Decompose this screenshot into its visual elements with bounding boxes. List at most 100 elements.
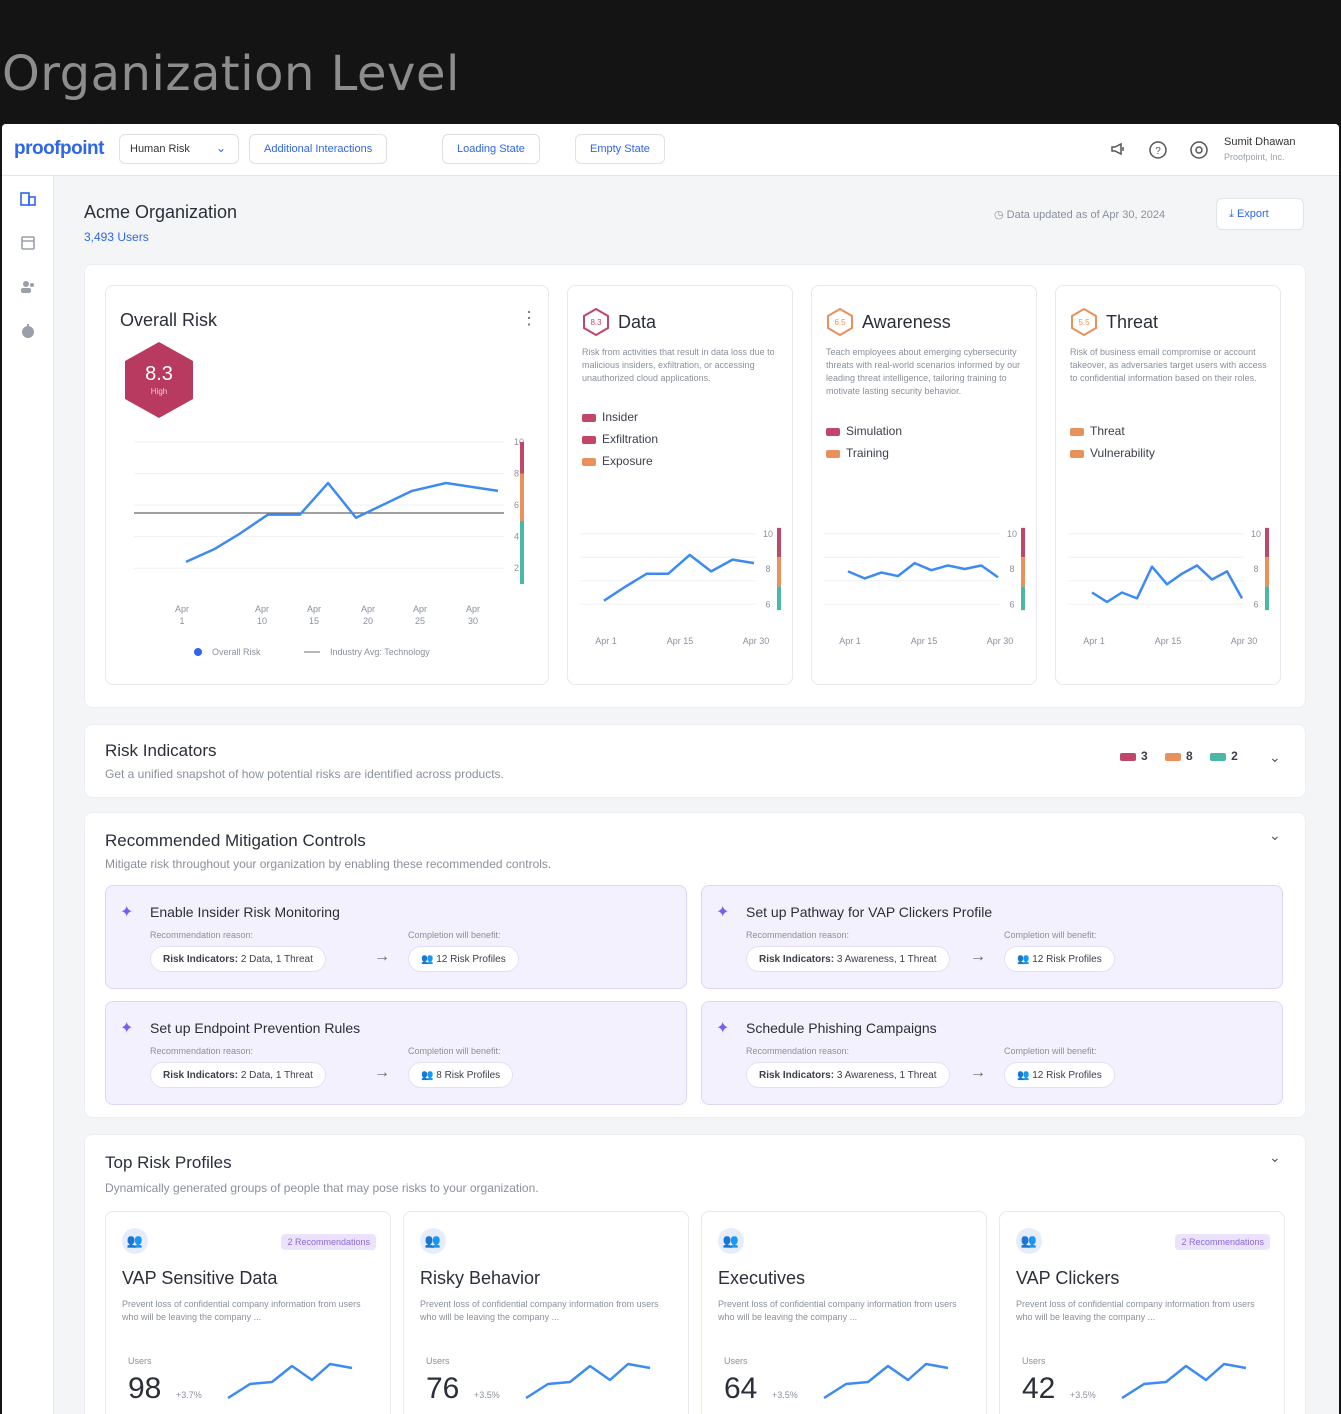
x-tick-label: Apr 15	[1155, 636, 1182, 646]
legend-label: Training	[846, 446, 889, 460]
mitigation-card[interactable]: ✦Set up Endpoint Prevention RulesRecomme…	[105, 1001, 687, 1105]
logo[interactable]: proofpoint	[14, 138, 104, 160]
recommendation-reason-label: Recommendation reason:	[150, 930, 253, 940]
arrow-right-icon: →	[970, 1064, 986, 1082]
y-tick-label: 4	[514, 532, 519, 542]
awareness-risk-chart: 1086Apr 1Apr 15Apr 30	[812, 516, 1038, 676]
legend-item: Training	[826, 446, 889, 460]
risk-indicators-panel[interactable]: Risk Indicators Get a unified snapshot o…	[84, 724, 1306, 798]
globe-icon[interactable]	[16, 322, 40, 346]
legend-swatch	[582, 436, 596, 444]
x-tick-day: 15	[309, 616, 319, 626]
high-risk-band	[1021, 528, 1025, 557]
chevron-down-icon[interactable]: ⌄	[1269, 1149, 1281, 1166]
nav-link-loading-state[interactable]: Loading State	[442, 134, 540, 164]
threat-score-hexagon: 5.5	[1070, 308, 1098, 336]
export-label: Export	[1237, 208, 1269, 220]
profile-user-count: 64	[724, 1372, 757, 1406]
x-tick-month: Apr	[413, 604, 427, 614]
product-dropdown[interactable]: Human Risk ⌄	[119, 134, 239, 164]
risk-profile-card[interactable]: 👥2 RecommendationsVAP ClickersPrevent lo…	[999, 1211, 1285, 1414]
sparkline-path	[526, 1364, 650, 1398]
profile-sparkline	[822, 1354, 952, 1404]
risk-scores-panel: Overall Risk ⋮ 8.3 High 108642Apr1Apr10A…	[84, 264, 1306, 708]
overall-risk-chart: 108642Apr1Apr10Apr15Apr20Apr25Apr30Overa…	[106, 436, 550, 666]
people-icon: 👥	[421, 954, 433, 965]
benefit-pill: 👥 8 Risk Profiles	[408, 1062, 513, 1088]
mitigation-card[interactable]: ✦Enable Insider Risk MonitoringRecommend…	[105, 885, 687, 989]
high-count: 3	[1141, 749, 1148, 763]
legend-label: Threat	[1090, 424, 1125, 438]
megaphone-icon[interactable]	[1108, 140, 1128, 160]
x-tick-day: 30	[468, 616, 478, 626]
benefit-pill: 👥 12 Risk Profiles	[1004, 1062, 1115, 1088]
completion-benefit-label: Completion will benefit:	[1004, 1046, 1097, 1056]
high-risk-band	[520, 442, 524, 474]
legend-label: Exposure	[602, 454, 653, 468]
profile-user-count: 42	[1022, 1372, 1055, 1406]
benefit-pill: 👥 12 Risk Profiles	[408, 946, 519, 972]
nav-link-additional-interactions[interactable]: Additional Interactions	[249, 134, 387, 164]
users-label: Users	[1022, 1356, 1046, 1366]
mitigation-panel: Recommended Mitigation Controls Mitigate…	[84, 812, 1306, 1118]
benefit-value: 12 Risk Profiles	[436, 954, 505, 965]
y-tick-label: 8	[514, 469, 519, 479]
sidebar	[2, 176, 54, 1414]
x-tick-month: Apr	[466, 604, 480, 614]
profile-user-count: 98	[128, 1372, 161, 1406]
people-icon[interactable]	[16, 278, 40, 302]
legend-item: Threat	[1070, 424, 1125, 438]
overall-risk-line	[186, 483, 498, 562]
threat-card-description: Risk of business email compromise or acc…	[1070, 346, 1270, 385]
threat-risk-card[interactable]: 5.5 Threat Risk of business email compro…	[1055, 285, 1281, 685]
overall-risk-card[interactable]: Overall Risk ⋮ 8.3 High 108642Apr1Apr10A…	[105, 285, 549, 685]
user-name[interactable]: Sumit Dhawan	[1224, 136, 1296, 148]
profile-description: Prevent loss of confidential company inf…	[420, 1298, 670, 1324]
legend-item: Vulnerability	[1070, 446, 1155, 460]
sparkline-path	[824, 1364, 948, 1398]
people-icon: 👥	[1017, 1070, 1029, 1081]
risk-trend-line	[1092, 565, 1242, 601]
legend-swatch	[826, 428, 840, 436]
nav-link-empty-state[interactable]: Empty State	[575, 134, 665, 164]
users-label: Users	[724, 1356, 748, 1366]
x-tick-label: Apr 15	[667, 636, 694, 646]
users-label: Users	[426, 1356, 450, 1366]
calendar-icon[interactable]	[16, 234, 40, 258]
arrow-right-icon: →	[374, 948, 390, 966]
profile-name: VAP Clickers	[1016, 1268, 1119, 1289]
app-window: proofpoint Human Risk ⌄ Additional Inter…	[2, 124, 1339, 1414]
awareness-card-title: Awareness	[862, 312, 951, 333]
risk-profile-card[interactable]: 👥Risky BehaviorPrevent loss of confident…	[403, 1211, 689, 1414]
legend-label: Insider	[602, 410, 638, 424]
risk-indicators-subtitle: Get a unified snapshot of how potential …	[105, 767, 504, 781]
overall-risk-level: High	[151, 387, 167, 396]
overall-risk-score: 8.3	[145, 363, 173, 385]
x-tick-month: Apr	[307, 604, 321, 614]
y-tick-label: 10	[1007, 529, 1017, 539]
mitigation-card[interactable]: ✦Set up Pathway for VAP Clickers Profile…	[701, 885, 1283, 989]
help-icon[interactable]: ?	[1148, 140, 1168, 160]
export-button[interactable]: ⤓ Export	[1216, 198, 1304, 230]
legend-swatch	[1070, 450, 1084, 458]
medium-risk-band	[520, 474, 524, 521]
building-icon[interactable]	[16, 190, 40, 214]
main-content: Acme Organization 3,493 Users ◷ Data upd…	[54, 176, 1339, 1414]
chevron-down-icon[interactable]: ⌄	[1269, 827, 1281, 844]
industry-average-legend-label: Industry Avg: Technology	[330, 647, 430, 657]
mitigation-card[interactable]: ✦Schedule Phishing CampaignsRecommendati…	[701, 1001, 1283, 1105]
data-risk-card[interactable]: 8.3 Data Risk from activities that resul…	[567, 285, 793, 685]
threat-score: 5.5	[1078, 318, 1090, 327]
org-users-link[interactable]: 3,493 Users	[84, 230, 149, 244]
settings-icon[interactable]	[1189, 140, 1209, 160]
chevron-down-icon[interactable]: ⌄	[1269, 749, 1281, 766]
more-options-icon[interactable]: ⋮	[520, 308, 538, 329]
awareness-risk-card[interactable]: 6.5 Awareness Teach employees about emer…	[811, 285, 1037, 685]
risk-profile-card[interactable]: 👥ExecutivesPrevent loss of confidential …	[701, 1211, 987, 1414]
x-tick-day: 10	[257, 616, 267, 626]
reason-pill: Risk Indicators: 2 Data, 1 Threat	[150, 946, 326, 972]
mitigation-subtitle: Mitigate risk throughout your organizati…	[105, 857, 551, 871]
sparkle-icon: ✦	[716, 1018, 729, 1038]
risk-profile-card[interactable]: 👥2 RecommendationsVAP Sensitive DataPrev…	[105, 1211, 391, 1414]
download-icon: ⤓	[1229, 208, 1234, 220]
